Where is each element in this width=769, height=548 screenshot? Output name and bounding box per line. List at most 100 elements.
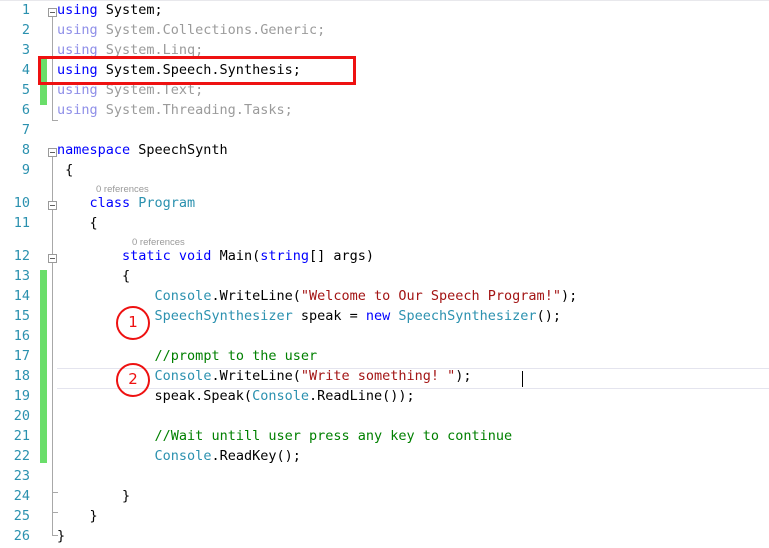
- code-line[interactable]: 12 static void Main(string[] args): [0, 246, 769, 266]
- line-number: 20: [13, 408, 30, 424]
- code-line-text[interactable]: using System;: [57, 0, 163, 20]
- line-number: 9: [21, 162, 30, 178]
- line-number: 21: [13, 428, 30, 444]
- code-line[interactable]: 6 using System.Threading.Tasks;: [0, 100, 769, 120]
- code-token: Console: [252, 388, 309, 404]
- code-line[interactable]: 25 }: [0, 506, 769, 526]
- code-token: System;: [97, 2, 163, 18]
- code-line-text[interactable]: //prompt to the user: [57, 346, 318, 366]
- code-line[interactable]: 8 namespace SpeechSynth: [0, 140, 769, 160]
- code-line-text[interactable]: }: [57, 486, 130, 506]
- code-token: //prompt to the user: [154, 348, 318, 364]
- code-line[interactable]: 13 {: [0, 266, 769, 286]
- code-line-text[interactable]: speak.Speak(Console.ReadLine());: [57, 386, 415, 406]
- code-line-text[interactable]: {: [57, 213, 98, 233]
- line-number: 13: [13, 268, 30, 284]
- code-token: "Welcome to Our Speech Program!": [300, 288, 561, 304]
- code-line-text[interactable]: class Program: [57, 193, 196, 213]
- code-line[interactable]: 11 {: [0, 213, 769, 233]
- annotation-step-number: 1: [128, 313, 138, 331]
- code-token: static void: [122, 248, 212, 264]
- line-number: 17: [13, 348, 30, 364]
- code-line-text[interactable]: using System.Threading.Tasks;: [57, 100, 293, 120]
- line-number: 14: [13, 288, 30, 304]
- code-line[interactable]: 16: [0, 326, 769, 346]
- code-token: speak.Speak(: [57, 388, 253, 404]
- line-number: 6: [21, 102, 30, 118]
- code-editor[interactable]: 1 using System; 2 using System.Collections.…: [0, 0, 769, 548]
- code-line[interactable]: 20: [0, 406, 769, 426]
- line-number: 26: [13, 528, 30, 544]
- line-number: 2: [21, 22, 30, 38]
- code-line[interactable]: 1 using System;: [0, 0, 769, 20]
- code-line[interactable]: 19 speak.Speak(Console.ReadLine());: [0, 386, 769, 406]
- code-line-text[interactable]: }: [57, 506, 98, 526]
- code-line[interactable]: 22 Console.ReadKey();: [0, 446, 769, 466]
- code-line-text[interactable]: namespace SpeechSynth: [57, 140, 228, 160]
- code-token: .WriteLine(: [211, 368, 301, 384]
- code-token: new: [365, 308, 391, 324]
- code-token: Console: [154, 368, 212, 384]
- code-token: Program: [130, 195, 196, 211]
- code-token: SpeechSynth: [130, 142, 228, 158]
- code-line-text[interactable]: Console.WriteLine("Welcome to Our Speech…: [57, 286, 578, 306]
- code-line-text[interactable]: }: [57, 526, 65, 546]
- code-line[interactable]: 10 class Program: [0, 193, 769, 213]
- code-token: using: [57, 22, 98, 38]
- code-token: Console: [154, 288, 212, 304]
- code-token: {: [57, 268, 131, 284]
- code-token: SpeechSynthesizer: [390, 308, 537, 324]
- code-token: .ReadKey();: [211, 448, 301, 464]
- code-line-text[interactable]: //Wait untill user press any key to cont…: [57, 426, 513, 446]
- code-line[interactable]: 21 //Wait untill user press any key to c…: [0, 426, 769, 446]
- line-number: 7: [21, 122, 30, 138]
- code-token: namespace: [57, 142, 131, 158]
- code-token: class: [89, 195, 131, 211]
- code-token: ();: [536, 308, 561, 324]
- line-number: 1: [21, 2, 30, 18]
- code-token: );: [560, 288, 578, 304]
- code-token: }: [57, 508, 98, 524]
- code-token: Main(: [211, 248, 261, 264]
- code-token: "Write something! ": [300, 368, 456, 384]
- line-number: 24: [13, 488, 30, 504]
- code-line[interactable]: 7: [0, 120, 769, 140]
- code-line-text[interactable]: using System.Collections.Generic;: [57, 20, 325, 40]
- line-number: 22: [13, 448, 30, 464]
- code-line[interactable]: 24 }: [0, 486, 769, 506]
- code-token: {: [57, 162, 74, 178]
- code-line-text[interactable]: {: [57, 266, 130, 286]
- code-line[interactable]: 9 {: [0, 160, 769, 180]
- code-token: [] args): [309, 248, 375, 264]
- code-line-text[interactable]: {: [57, 160, 73, 180]
- line-number: 12: [13, 248, 30, 264]
- code-token: System.Collections.Generic;: [97, 22, 326, 38]
- code-line-text[interactable]: static void Main(string[] args): [57, 246, 374, 266]
- code-token: );: [455, 368, 472, 384]
- line-number: 11: [13, 215, 30, 231]
- code-line[interactable]: 17 //prompt to the user: [0, 346, 769, 366]
- code-line[interactable]: 23: [0, 466, 769, 486]
- line-number: 3: [21, 42, 30, 58]
- code-token: SpeechSynthesizer: [154, 308, 293, 324]
- code-line[interactable]: 26}: [0, 526, 769, 546]
- codelens-reference-count[interactable]: 0 references: [132, 236, 185, 249]
- code-line-text[interactable]: Console.ReadKey();: [57, 446, 301, 466]
- code-token: .WriteLine(: [211, 288, 301, 304]
- code-token: string: [260, 248, 309, 264]
- line-number: 4: [21, 62, 30, 78]
- codelens-reference-count[interactable]: 0 references: [96, 183, 149, 196]
- annotation-step-marker: 2: [116, 363, 150, 397]
- annotation-step-marker: 1: [116, 306, 150, 340]
- line-number: 5: [21, 82, 30, 98]
- code-token: }: [57, 528, 66, 544]
- line-number: 23: [13, 468, 30, 484]
- code-line[interactable]: 2 using System.Collections.Generic;: [0, 20, 769, 40]
- code-line[interactable]: 14 Console.WriteLine("Welcome to Our Spe…: [0, 286, 769, 306]
